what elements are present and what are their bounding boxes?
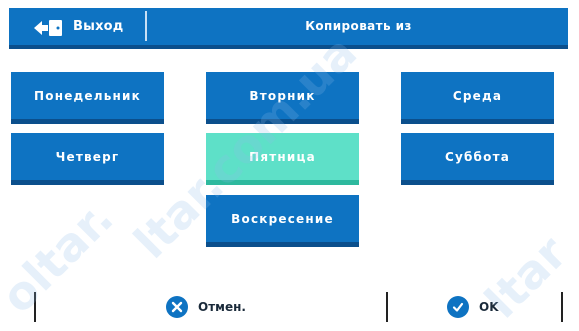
header-bar: Выход Копировать из bbox=[9, 8, 568, 49]
watermark: oltar. bbox=[0, 190, 124, 324]
exit-label: Выход bbox=[73, 19, 124, 34]
day-label: Понедельник bbox=[34, 88, 141, 103]
exit-door-icon bbox=[34, 20, 62, 36]
close-icon bbox=[166, 296, 188, 318]
day-button-tuesday[interactable]: Вторник bbox=[206, 72, 359, 124]
cancel-label: Отмен. bbox=[198, 300, 246, 314]
check-icon bbox=[447, 296, 469, 318]
ok-button[interactable]: OK bbox=[447, 296, 499, 318]
header-divider bbox=[145, 11, 147, 41]
footer-divider-left bbox=[34, 292, 36, 322]
day-label: Суббота bbox=[444, 149, 511, 164]
day-label: Воскресение bbox=[231, 211, 334, 226]
exit-button[interactable]: Выход bbox=[9, 8, 145, 45]
page-title: Копировать из bbox=[305, 19, 412, 33]
day-label: Среда bbox=[452, 88, 503, 103]
day-button-thursday[interactable]: Четверг bbox=[11, 133, 164, 185]
footer-divider-middle bbox=[386, 292, 388, 322]
ok-label: OK bbox=[479, 300, 499, 314]
cancel-button[interactable]: Отмен. bbox=[166, 296, 246, 318]
day-label: Вторник bbox=[249, 88, 316, 103]
day-button-wednesday[interactable]: Среда bbox=[401, 72, 554, 124]
day-button-saturday[interactable]: Суббота bbox=[401, 133, 554, 185]
day-label: Четверг bbox=[55, 149, 120, 164]
day-button-sunday[interactable]: Воскресение bbox=[206, 195, 359, 247]
day-button-monday[interactable]: Понедельник bbox=[11, 72, 164, 124]
footer-divider-right bbox=[561, 292, 563, 322]
day-label: Пятница bbox=[249, 149, 316, 164]
day-button-friday[interactable]: Пятница bbox=[206, 133, 359, 185]
